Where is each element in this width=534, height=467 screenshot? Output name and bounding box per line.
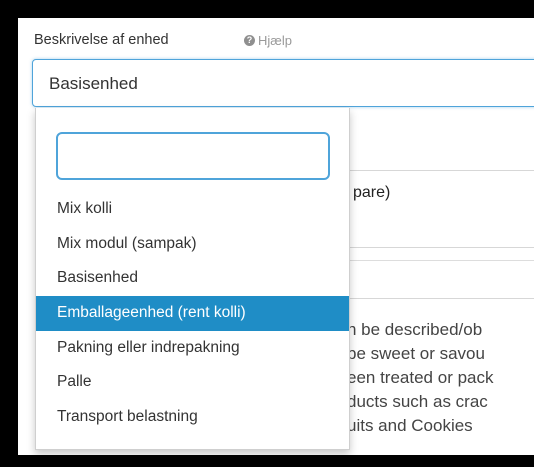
option-mix-kolli[interactable]: Mix kolli [36,192,349,227]
form-panel: pare) n be described/ob be sweet or savo… [18,18,534,455]
dropdown-search-input[interactable] [56,132,330,180]
selected-value: Basisenhed [49,74,138,93]
option-basisenhed[interactable]: Basisenhed [36,261,349,296]
description-line: uits and Cookies [347,416,473,435]
option-emballageenhed[interactable]: Emballageenhed (rent kolli) [36,296,349,331]
window-border [0,455,534,467]
unit-description-label: Beskrivelse af enhed [34,32,169,48]
help-label: Hjælp [258,33,292,48]
dropdown-options-list: Mix kolli Mix modul (sampak) Basisenhed … [36,192,349,435]
help-link[interactable]: ? Hjælp [244,33,292,48]
option-mix-modul[interactable]: Mix modul (sampak) [36,227,349,262]
option-palle[interactable]: Palle [36,365,349,400]
unit-description-dropdown: Mix kolli Mix modul (sampak) Basisenhed … [35,108,350,450]
option-transport-belastning[interactable]: Transport belastning [36,400,349,435]
help-icon: ? [244,35,255,46]
unit-description-select[interactable]: Basisenhed [32,59,534,107]
background-input-field[interactable] [348,170,534,248]
divider [348,260,534,261]
description-line: be sweet or savou [347,344,485,363]
description-line: n be described/ob [347,320,483,339]
description-text: n be described/ob be sweet or savou een … [347,318,493,438]
description-line: ducts such as crac [347,392,488,411]
background-field-label: pare) [353,184,391,201]
description-line: een treated or pack [347,368,494,387]
option-pakning[interactable]: Pakning eller indrepakning [36,331,349,366]
